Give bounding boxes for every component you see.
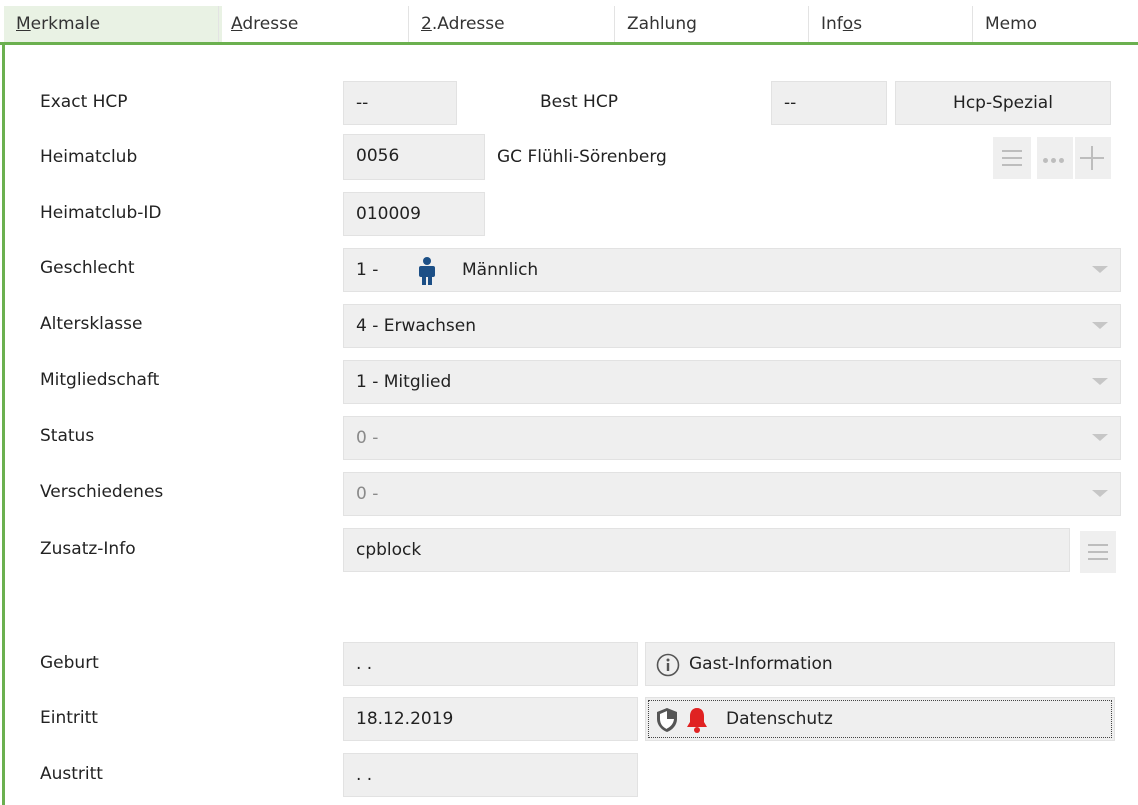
gast-information-label: Gast-Information [689,654,833,674]
altersklasse-label: Altersklasse [40,314,143,334]
tab-memo[interactable]: Memo [972,6,1138,42]
zusatz-info-field[interactable]: cpblock [343,528,1070,572]
list-icon[interactable] [993,137,1031,179]
heimatclub-id-field[interactable]: 010009 [343,192,485,236]
mitgliedschaft-value: 1 - Mitglied [356,372,452,392]
bell-icon [687,708,707,733]
datenschutz-button[interactable]: Datenschutz [645,697,1115,741]
more-icon[interactable] [1037,137,1073,179]
geschlecht-select[interactable]: 1 - Männlich [343,248,1121,292]
best-hcp-label: Best HCP [540,92,618,112]
verschiedenes-select[interactable]: 0 - [343,472,1121,516]
tab-bar: Merkmale Adresse 2.Adresse Zahlung Infos… [0,0,1138,44]
eintritt-field[interactable]: 18.12.2019 [343,697,638,741]
chevron-down-icon [1092,266,1108,273]
austritt-field[interactable]: . . [343,753,638,797]
austritt-label: Austritt [40,764,103,784]
status-value: 0 - [356,428,379,448]
tab-zahlung[interactable]: Zahlung [614,6,808,42]
panel-left-border [2,42,5,805]
status-label: Status [40,426,95,446]
male-person-icon [419,257,435,285]
chevron-down-icon [1092,434,1108,441]
tab-2-adresse[interactable]: 2.Adresse [408,6,614,42]
chevron-down-icon [1092,322,1108,329]
chevron-down-icon [1092,378,1108,385]
tab-merkmale[interactable]: Merkmale [4,6,222,42]
exact-hcp-field[interactable]: -- [343,81,457,125]
heimatclub-id-label: Heimatclub-ID [40,203,162,223]
list-icon[interactable] [1080,531,1116,573]
verschiedenes-value: 0 - [356,484,379,504]
gast-information-button[interactable]: Gast-Information [645,642,1115,686]
heimatclub-label: Heimatclub [40,147,138,167]
heimatclub-code-field[interactable]: 0056 [343,134,485,180]
mitgliedschaft-label: Mitgliedschaft [40,370,160,390]
exact-hcp-label: Exact HCP [40,92,128,112]
datenschutz-label: Datenschutz [726,709,833,729]
tab-adresse[interactable]: Adresse [218,6,408,42]
geschlecht-label: Geschlecht [40,258,135,278]
verschiedenes-label: Verschiedenes [40,482,164,502]
chevron-down-icon [1092,490,1108,497]
best-hcp-field[interactable]: -- [771,81,887,125]
mitgliedschaft-select[interactable]: 1 - Mitglied [343,360,1121,404]
geschlecht-text: Männlich [462,260,539,280]
tab-infos[interactable]: Infos [808,6,972,42]
altersklasse-value: 4 - Erwachsen [356,316,477,336]
geburt-label: Geburt [40,653,99,673]
tab-underline [0,42,1138,45]
add-icon[interactable] [1075,137,1111,179]
shield-icon [657,708,677,732]
hcp-spezial-button[interactable]: Hcp-Spezial [895,81,1111,125]
info-icon [656,653,680,677]
geburt-field[interactable]: . . [343,642,638,686]
status-select[interactable]: 0 - [343,416,1121,460]
heimatclub-name: GC Flühli-Sörenberg [497,147,667,167]
eintritt-label: Eintritt [40,708,98,728]
altersklasse-select[interactable]: 4 - Erwachsen [343,304,1121,348]
zusatz-info-label: Zusatz-Info [40,539,136,559]
geschlecht-code: 1 - [356,260,379,280]
